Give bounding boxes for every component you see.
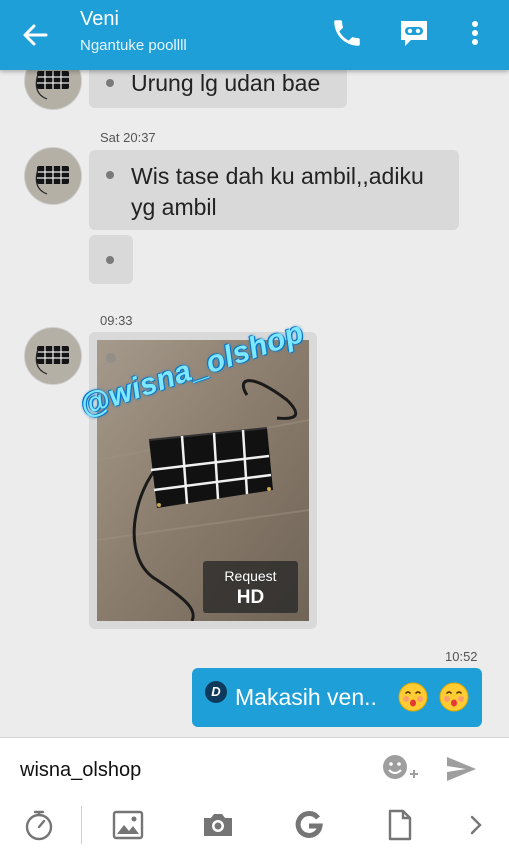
send-button[interactable] (444, 752, 478, 786)
contact-name[interactable]: Veni (80, 8, 119, 31)
message-bubble[interactable]: Wis tase dah ku ambil,,adiku yg ambil (89, 150, 459, 230)
message-bubble-empty[interactable] (89, 235, 133, 284)
camera-icon (204, 814, 232, 836)
message-input[interactable] (8, 750, 392, 790)
gif-button[interactable] (292, 808, 326, 842)
toolbar-divider (81, 806, 82, 844)
message-timestamp: 10:52 (445, 649, 478, 664)
timer-button[interactable] (22, 808, 56, 842)
phone-icon (334, 20, 360, 46)
message-dot (106, 171, 114, 179)
file-icon (388, 809, 412, 841)
camera-button[interactable] (201, 808, 235, 842)
back-arrow-icon (23, 24, 48, 46)
message-text-line: yg ambil (131, 194, 217, 220)
message-dot (106, 256, 114, 264)
emoji-add-icon (383, 755, 418, 779)
file-button[interactable] (383, 808, 417, 842)
message-timestamp: Sat 20:37 (100, 130, 156, 145)
contact-avatar[interactable] (24, 147, 82, 205)
more-tools-button[interactable] (460, 808, 494, 842)
composer-bar (0, 737, 509, 856)
video-chat-icon (401, 21, 427, 46)
call-button[interactable] (330, 16, 364, 50)
message-text: Makasih ven.. (235, 684, 377, 710)
contact-status: Ngantuke poollll (80, 37, 187, 54)
kiss-face-emoji-icon (398, 682, 428, 712)
message-text: Urung lg udan bae (131, 70, 321, 96)
video-chat-button[interactable] (397, 16, 431, 50)
message-dot (106, 79, 114, 87)
app-header: Veni Ngantuke poollll (0, 0, 509, 70)
send-icon (447, 757, 476, 781)
hd-label: HD (236, 587, 265, 608)
contact-avatar[interactable] (24, 327, 82, 385)
message-timestamp: 09:33 (100, 313, 133, 328)
emoji-add-button[interactable] (380, 752, 418, 786)
request-label: Request (224, 568, 277, 584)
chevron-right-icon (470, 815, 482, 835)
back-button[interactable] (18, 18, 52, 52)
message-text-line: Wis tase dah ku ambil,,adiku (131, 163, 424, 189)
outgoing-message-bubble[interactable]: D Makasih ven.. (192, 668, 482, 727)
timer-icon (25, 810, 53, 841)
gallery-icon (112, 810, 144, 840)
delivered-badge: D (205, 681, 227, 703)
more-options-button[interactable] (458, 16, 492, 50)
kiss-face-emoji-icon (439, 682, 469, 712)
gif-icon (295, 810, 323, 838)
gallery-button[interactable] (111, 808, 145, 842)
request-hd-button[interactable]: Request HD (203, 561, 298, 613)
more-vert-icon (472, 21, 478, 45)
